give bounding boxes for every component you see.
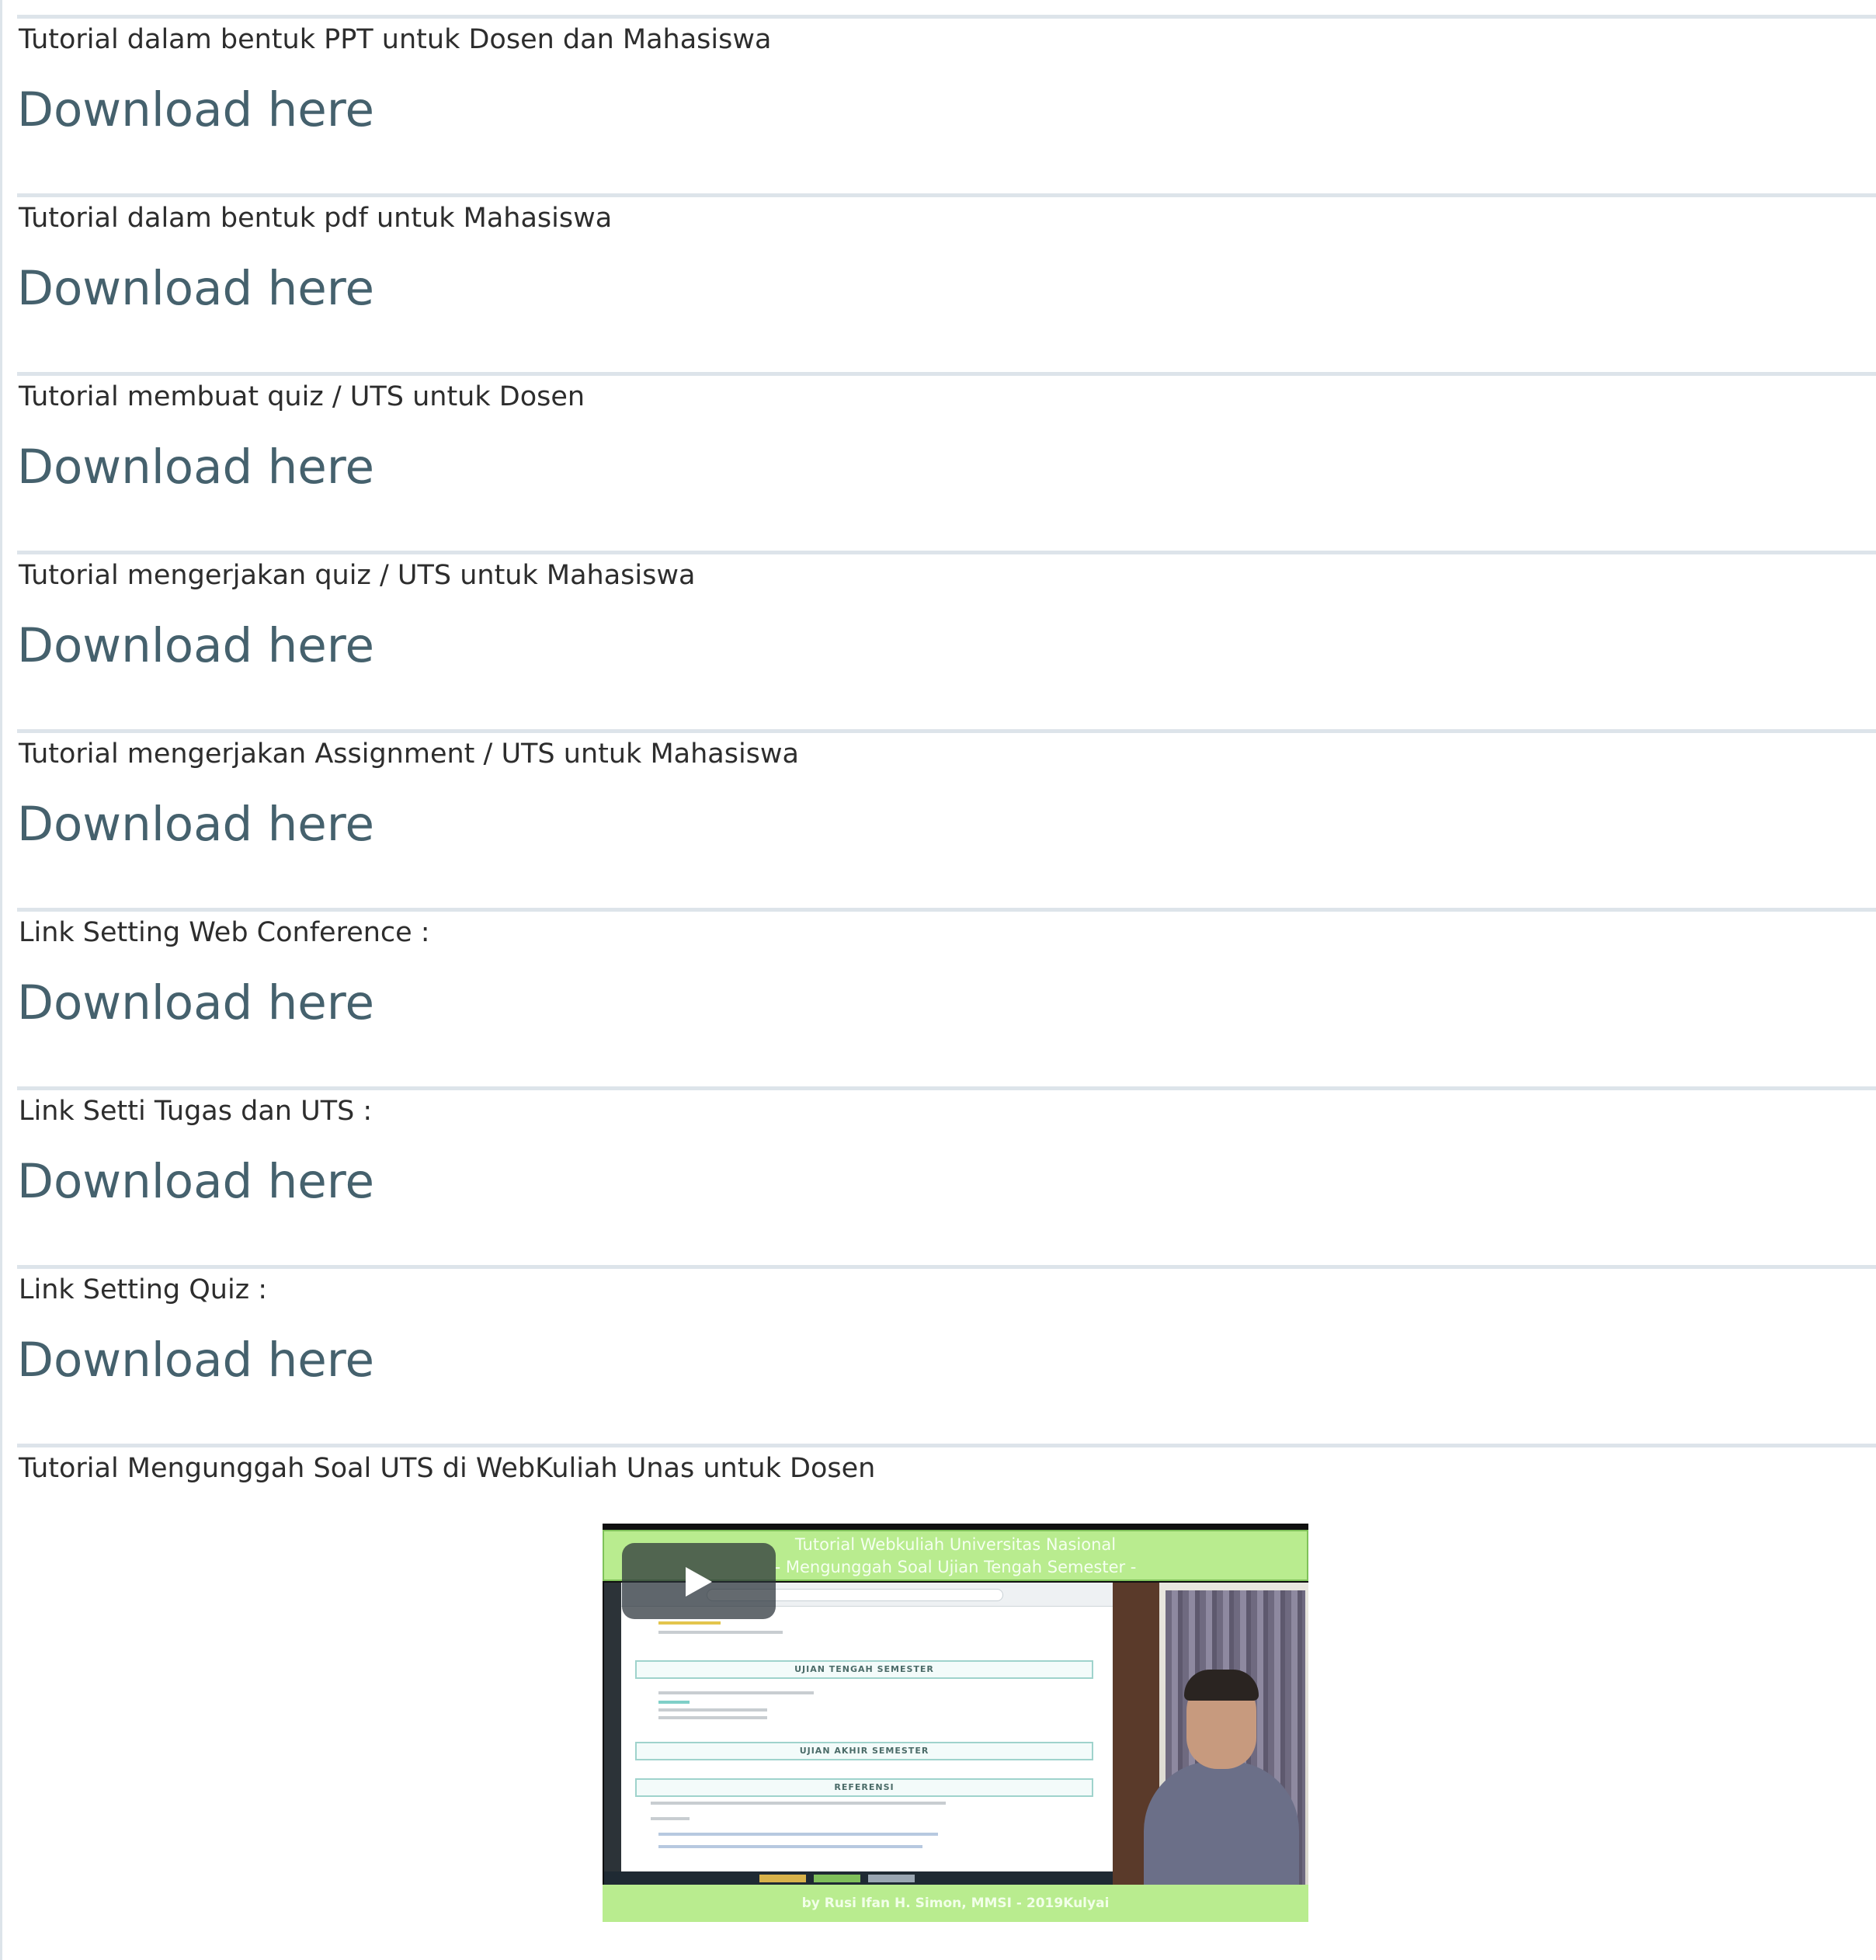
resource-item: Tutorial mengerjakan quiz / UTS untuk Ma… bbox=[17, 551, 1876, 729]
download-link[interactable]: Download here bbox=[17, 436, 374, 499]
download-link[interactable]: Download here bbox=[17, 79, 374, 141]
resource-item: Tutorial membuat quiz / UTS untuk Dosen … bbox=[17, 372, 1876, 551]
screen-section: REFERENSI bbox=[635, 1778, 1093, 1797]
screen-section: UJIAN AKHIR SEMESTER bbox=[635, 1742, 1093, 1760]
resource-item: Link Setti Tugas dan UTS : Download here bbox=[17, 1086, 1876, 1265]
resource-label: Tutorial dalam bentuk pdf untuk Mahasisw… bbox=[19, 203, 613, 234]
page-frame: Tutorial dalam bentuk PPT untuk Dosen da… bbox=[0, 0, 1876, 1960]
resource-item: Tutorial dalam bentuk pdf untuk Mahasisw… bbox=[17, 193, 1876, 372]
resource-label: Tutorial mengerjakan Assignment / UTS un… bbox=[19, 738, 799, 770]
video-player[interactable]: Tutorial Webkuliah Universitas Nasional … bbox=[603, 1524, 1308, 1922]
video-screen-capture: UJIAN TENGAH SEMESTER UJIAN AKHIR SEMEST… bbox=[604, 1583, 1113, 1885]
resource-item: Tutorial dalam bentuk PPT untuk Dosen da… bbox=[17, 15, 1876, 193]
resource-item: Link Setting Web Conference : Download h… bbox=[17, 908, 1876, 1086]
download-link[interactable]: Download here bbox=[17, 258, 374, 320]
play-button[interactable] bbox=[622, 1543, 776, 1619]
resource-label: Tutorial dalam bentuk PPT untuk Dosen da… bbox=[19, 24, 772, 55]
resource-label: Tutorial mengerjakan quiz / UTS untuk Ma… bbox=[19, 560, 696, 591]
resource-label: Tutorial membuat quiz / UTS untuk Dosen bbox=[19, 381, 585, 412]
download-link[interactable]: Download here bbox=[17, 1329, 374, 1392]
presenter-webcam bbox=[1113, 1583, 1308, 1885]
resource-label: Link Setting Quiz : bbox=[19, 1274, 267, 1305]
video-credit-banner: by Rusi Ifan H. Simon, MMSI - 2019Kulyai bbox=[603, 1885, 1308, 1922]
download-link[interactable]: Download here bbox=[17, 972, 374, 1034]
screen-section: UJIAN TENGAH SEMESTER bbox=[635, 1660, 1093, 1679]
video-section-label: Tutorial Mengunggah Soal UTS di WebKulia… bbox=[19, 1453, 876, 1484]
play-icon bbox=[686, 1567, 712, 1597]
download-link[interactable]: Download here bbox=[17, 794, 374, 856]
resource-label: Link Setting Web Conference : bbox=[19, 917, 430, 948]
resource-item: Tutorial mengerjakan Assignment / UTS un… bbox=[17, 729, 1876, 908]
screen-sidebar bbox=[604, 1583, 621, 1885]
download-link[interactable]: Download here bbox=[17, 1151, 374, 1213]
resource-label: Link Setti Tugas dan UTS : bbox=[19, 1096, 373, 1127]
download-link[interactable]: Download here bbox=[17, 615, 374, 677]
screen-taskbar bbox=[604, 1871, 1113, 1885]
resource-item: Link Setting Quiz : Download here bbox=[17, 1265, 1876, 1444]
